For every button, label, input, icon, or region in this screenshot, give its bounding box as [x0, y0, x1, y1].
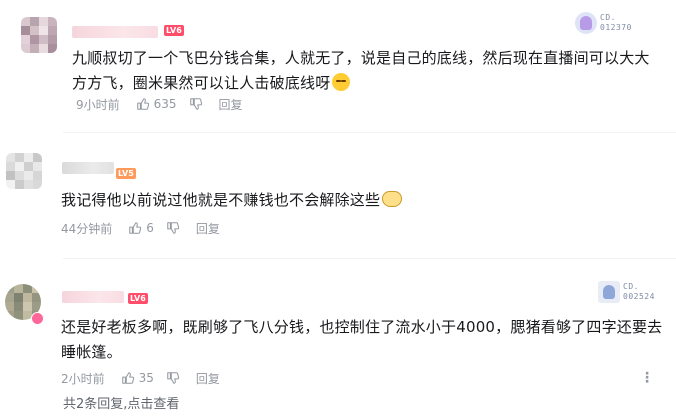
- avatar-mosaic: [21, 17, 57, 53]
- timestamp: 2小时前: [61, 371, 105, 386]
- like-icon[interactable]: [136, 97, 150, 111]
- avatar-pixel: [48, 35, 57, 44]
- avatar-pixel: [15, 153, 24, 162]
- timestamp: 9小时前: [76, 97, 120, 112]
- avatar-pixel: [5, 302, 14, 311]
- avatar-pixel: [48, 44, 57, 53]
- timestamp: 44分钟前: [61, 221, 113, 236]
- comment-meta: 9小时前 635 回复: [76, 96, 243, 112]
- fan-badge-number: CD. 012370: [600, 13, 632, 32]
- username[interactable]: [72, 26, 158, 38]
- avatar-pixel: [24, 153, 33, 162]
- avatar-pixel: [30, 35, 39, 44]
- fan-badge[interactable]: CD. 002524: [598, 281, 655, 303]
- reply-button[interactable]: 回复: [196, 370, 220, 387]
- fan-badge-number: CD. 002524: [623, 282, 655, 301]
- avatar-pixel: [21, 44, 30, 53]
- avatar-pixel: [21, 26, 30, 35]
- fan-badge-avatar-icon: [575, 12, 597, 34]
- level-badge: LV6: [128, 293, 148, 304]
- like-icon[interactable]: [128, 221, 142, 235]
- vip-badge-icon: [31, 312, 44, 325]
- avatar-pixel: [21, 17, 30, 26]
- blush-face-icon: [332, 73, 351, 91]
- avatar-pixel: [30, 44, 39, 53]
- avatar-pixel: [15, 180, 24, 189]
- dislike-icon[interactable]: [166, 221, 180, 235]
- avatar-pixel: [14, 311, 23, 320]
- avatar-pixel: [6, 162, 15, 171]
- divider: [63, 258, 676, 259]
- avatar-pixel: [24, 162, 33, 171]
- avatar-pixel: [33, 162, 42, 171]
- avatar-pixel: [5, 311, 14, 320]
- username[interactable]: [62, 291, 124, 303]
- comment-text: 我记得他以前说过他就是不赚钱也不会解除这些: [61, 188, 621, 213]
- avatar-pixel: [5, 284, 14, 293]
- avatar-pixel: [6, 171, 15, 180]
- avatar-pixel: [21, 35, 30, 44]
- comment-text: 还是好老板多啊，既刷够了飞八分钱，也控制住了流水小于4000，腮猪看够了四字还要…: [61, 318, 663, 361]
- avatar-pixel: [5, 293, 14, 302]
- replies-footer: 共2条回复,点击查看: [63, 393, 179, 412]
- avatar-pixel: [39, 17, 48, 26]
- like-icon[interactable]: [121, 371, 135, 385]
- bowl-emoji-icon: [382, 191, 403, 207]
- avatar-pixel: [39, 26, 48, 35]
- avatar-pixel: [33, 180, 42, 189]
- view-replies-link[interactable]: 点击查看: [127, 397, 179, 412]
- avatar-pixel: [32, 302, 41, 311]
- avatar-pixel: [14, 302, 23, 311]
- dislike-icon[interactable]: [189, 97, 203, 111]
- more-options-icon[interactable]: ⋮: [640, 370, 654, 386]
- avatar-pixel: [33, 171, 42, 180]
- level-badge: LV6: [164, 25, 184, 36]
- fan-badge[interactable]: CD. 012370: [575, 12, 632, 34]
- avatar[interactable]: [21, 17, 57, 53]
- avatar-pixel: [14, 293, 23, 302]
- avatar[interactable]: [6, 153, 42, 189]
- username[interactable]: [62, 162, 114, 174]
- avatar-pixel: [14, 284, 23, 293]
- comment-meta: 44分钟前 6 回复: [61, 220, 220, 236]
- avatar-pixel: [23, 302, 32, 311]
- level-badge: LV5: [116, 168, 136, 179]
- comment-meta: 2小时前 35 回复: [61, 370, 220, 386]
- avatar-pixel: [30, 17, 39, 26]
- avatar-pixel: [15, 162, 24, 171]
- avatar-pixel: [23, 293, 32, 302]
- avatar-pixel: [32, 284, 41, 293]
- avatar-pixel: [6, 153, 15, 162]
- avatar-pixel: [30, 26, 39, 35]
- avatar-pixel: [24, 171, 33, 180]
- avatar-pixel: [15, 171, 24, 180]
- fan-badge-avatar-icon: [598, 281, 620, 303]
- avatar-pixel: [39, 35, 48, 44]
- like-count: 6: [146, 221, 154, 235]
- avatar-pixel: [24, 180, 33, 189]
- comment-text: 九顺叔切了一个飞巴分钱合集，人就无了，说是自己的底线，然后现在直播间可以大大方方…: [72, 49, 650, 92]
- avatar-pixel: [23, 284, 32, 293]
- divider: [63, 132, 676, 133]
- avatar-pixel: [32, 293, 41, 302]
- reply-count: 共2条回复,: [63, 397, 128, 412]
- avatar-pixel: [6, 180, 15, 189]
- like-count: 635: [153, 97, 177, 111]
- avatar-pixel: [39, 44, 48, 53]
- dislike-icon[interactable]: [166, 371, 180, 385]
- avatar-pixel: [48, 26, 57, 35]
- avatar-pixel: [33, 153, 42, 162]
- avatar-mosaic: [6, 153, 42, 189]
- reply-button[interactable]: 回复: [219, 96, 243, 113]
- reply-button[interactable]: 回复: [196, 220, 220, 237]
- avatar-pixel: [48, 17, 57, 26]
- like-count: 35: [138, 371, 154, 385]
